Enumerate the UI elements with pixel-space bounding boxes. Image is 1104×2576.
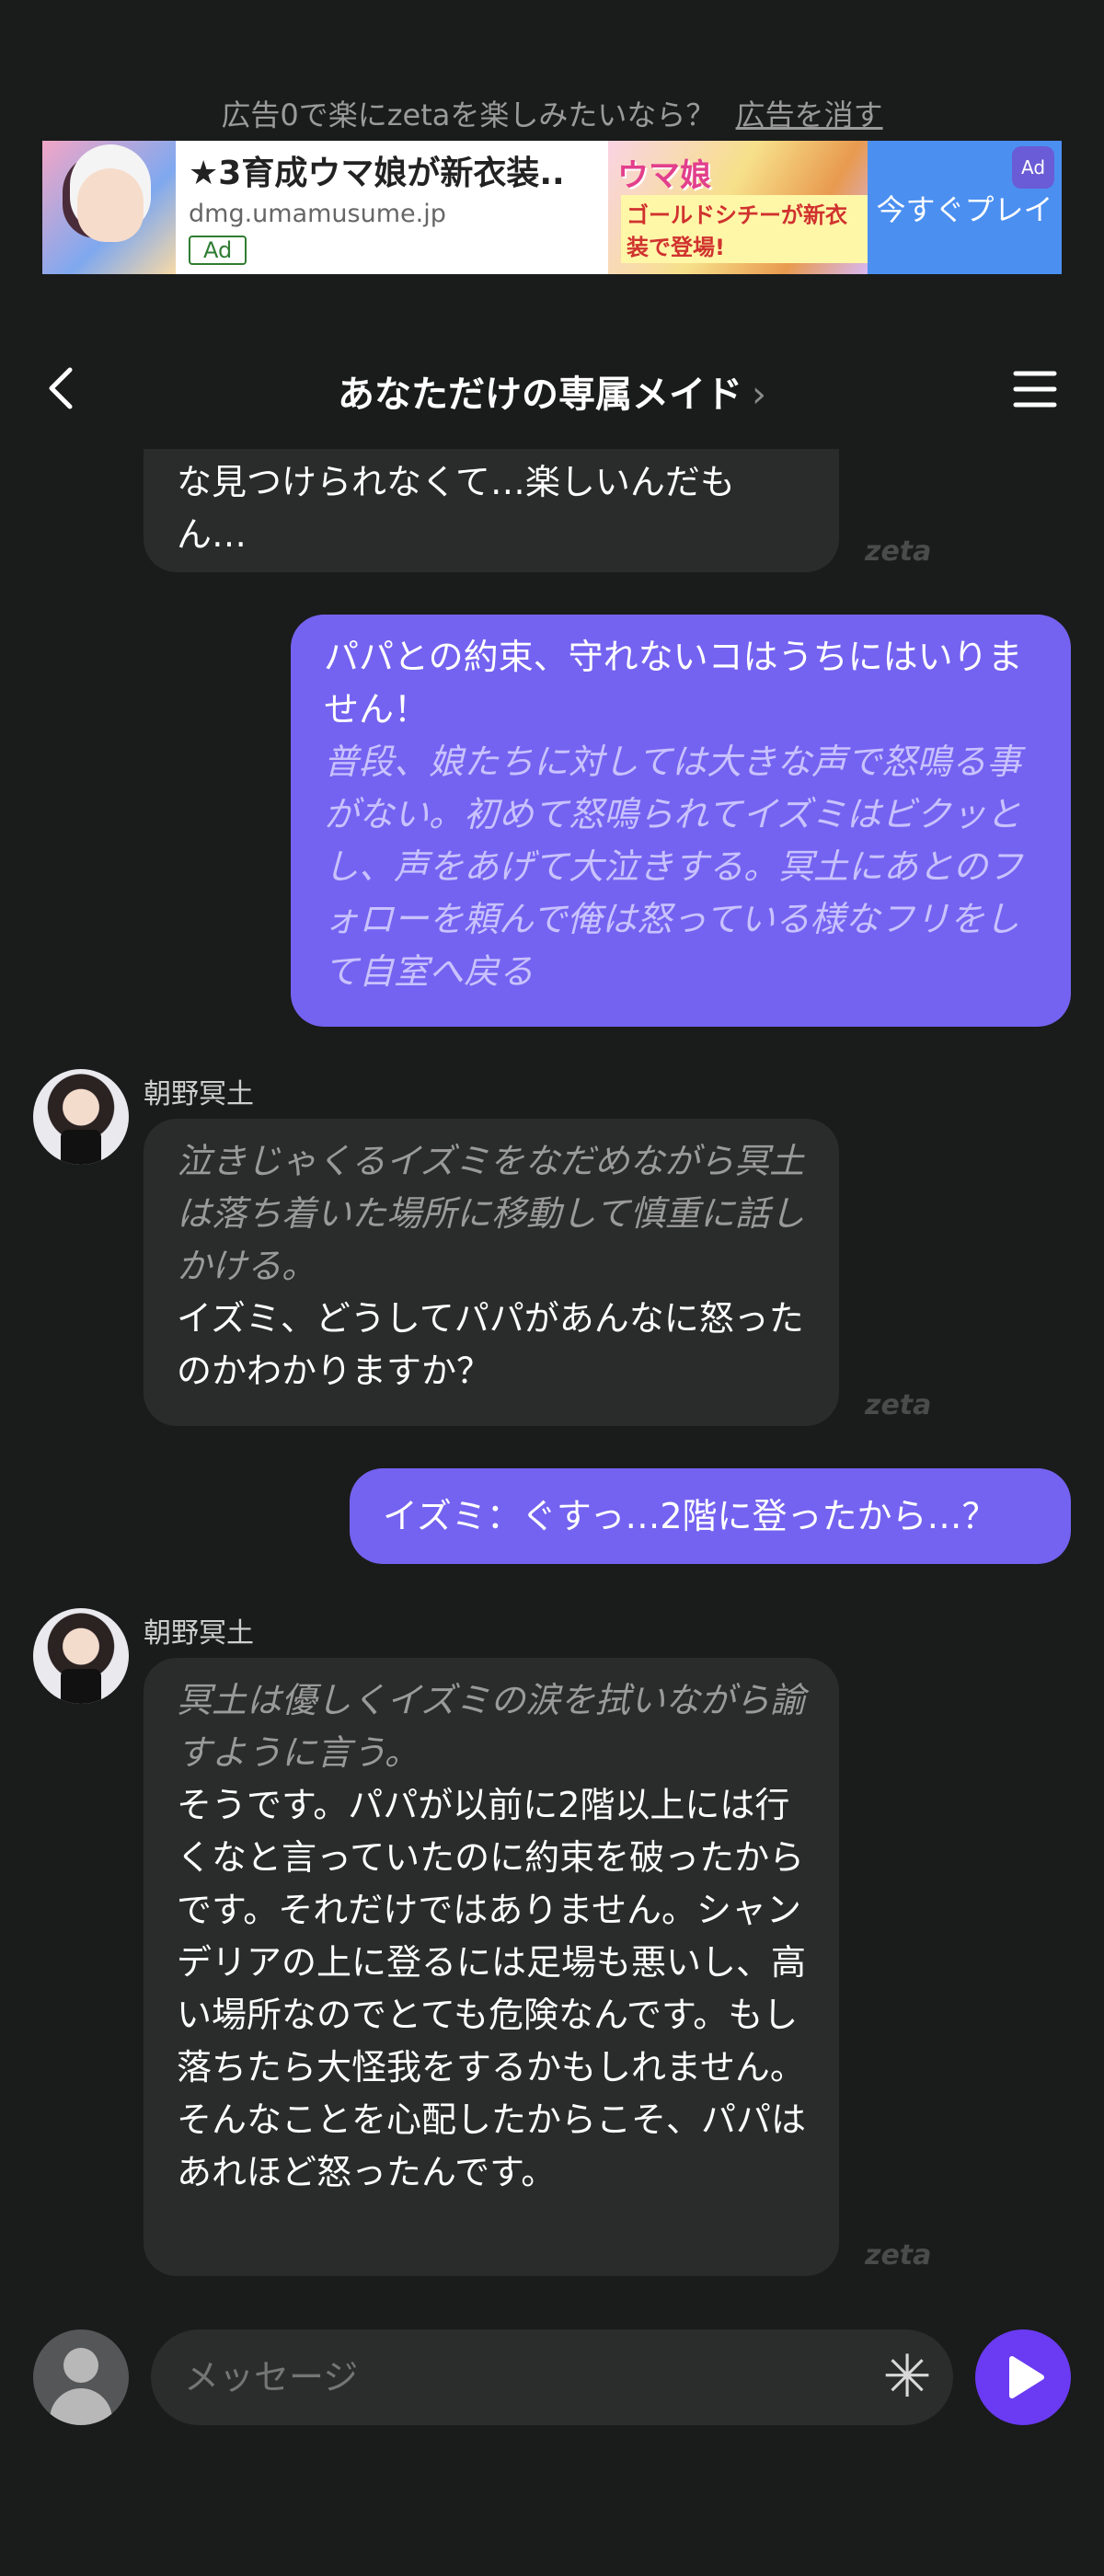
message-text: そうです。パパが以前に2階以上には行くなと言っていたのに約束を破ったからです。そ… xyxy=(177,1785,807,2192)
ad-cta-label: 今すぐプレイ xyxy=(876,191,1053,227)
bot-message: 泣きじゃくるイズミをなだめながら冥土は落ち着いた場所に移動して慎重に話しかける。… xyxy=(144,1119,839,1426)
ad-thumbnail xyxy=(42,141,176,274)
hamburger-menu-icon[interactable] xyxy=(1012,366,1058,412)
bot-avatar[interactable] xyxy=(33,1069,129,1165)
zeta-watermark: zeta xyxy=(865,2239,932,2271)
remove-ads-link[interactable]: 広告を消す xyxy=(736,98,883,132)
message-narration: 普段、娘たちに対しては大きな声で怒鳴る事がない。初めて怒鳴られてイズミはビクッと… xyxy=(324,742,1023,992)
message-text-line: な見つけられなくて…楽しいんだも xyxy=(177,462,735,502)
message-input[interactable] xyxy=(151,2329,953,2425)
message-narration: 泣きじゃくるイズミをなだめながら冥土は落ち着いた場所に移動して慎重に話しかける。 xyxy=(177,1141,805,1286)
ad-image-subtitle: ゴールドシチーが新衣装で登場! xyxy=(621,195,868,263)
chat-title[interactable]: あなただけの専属メイド › xyxy=(0,364,1104,418)
ad-play-button[interactable]: 今すぐプレイ Ad xyxy=(868,141,1062,274)
message-text: イズミ、どうしてパパがあんなに怒ったのかわかりますか？ xyxy=(177,1298,804,1391)
ad-domain: dmg.umamusume.jp xyxy=(189,200,446,228)
message-text: パパとの約束、守れないコはうちにはいりません！ xyxy=(324,637,1023,730)
asterisk-action-icon[interactable]: ✳ xyxy=(881,2348,933,2407)
speaker-name: 朝野冥土 xyxy=(144,1617,254,1650)
bot-avatar[interactable] xyxy=(33,1608,129,1704)
ad-title: ★3育成ウマ娘が新衣装.. xyxy=(189,155,565,192)
bot-message: 冥土は優しくイズミの涙を拭いながら諭すように言う。 そうです。パパが以前に2階以… xyxy=(144,1658,839,2276)
bot-message: な見つけられなくて…楽しいんだも ん… xyxy=(144,449,839,572)
ad-banner[interactable]: ★3育成ウマ娘が新衣装.. dmg.umamusume.jp Ad ウマ娘 ゴー… xyxy=(42,141,1062,274)
ad-copy: ★3育成ウマ娘が新衣装.. dmg.umamusume.jp Ad xyxy=(176,141,608,274)
message-text: イズミ：ぐすっ…2階に登ったから…？ xyxy=(383,1496,997,1536)
chat-header: あなただけの専属メイド › xyxy=(0,348,1104,431)
chat-title-text: あなただけの専属メイド xyxy=(338,374,742,416)
speaker-name: 朝野冥土 xyxy=(144,1078,254,1110)
ad-image-title: ウマ娘 xyxy=(617,157,711,194)
play-send-icon xyxy=(1009,2356,1044,2398)
user-message: パパとの約束、守れないコはうちにはいりません！ 普段、娘たちに対しては大きな声で… xyxy=(291,615,1071,1027)
zeta-watermark: zeta xyxy=(865,535,932,568)
message-narration: 冥土は優しくイズミの涙を拭いながら諭すように言う。 xyxy=(177,1680,805,1773)
ad-image: ウマ娘 ゴールドシチーが新衣装で登場! xyxy=(608,141,868,274)
ad-choices-icon[interactable]: Ad xyxy=(1012,146,1054,189)
user-avatar-icon[interactable] xyxy=(33,2329,129,2425)
chevron-right-icon: › xyxy=(752,374,766,416)
ad-prompt-text: 広告0で楽にzetaを楽しみたいなら？ xyxy=(221,98,716,132)
send-button[interactable] xyxy=(975,2329,1071,2425)
user-message: イズミ：ぐすっ…2階に登ったから…？ xyxy=(350,1468,1071,1564)
ad-badge: Ad xyxy=(189,236,247,265)
zeta-watermark: zeta xyxy=(865,1389,932,1421)
remove-ads-prompt: 広告0で楽にzetaを楽しみたいなら？ 広告を消す xyxy=(0,92,1104,134)
message-text-line: ん… xyxy=(177,514,247,555)
